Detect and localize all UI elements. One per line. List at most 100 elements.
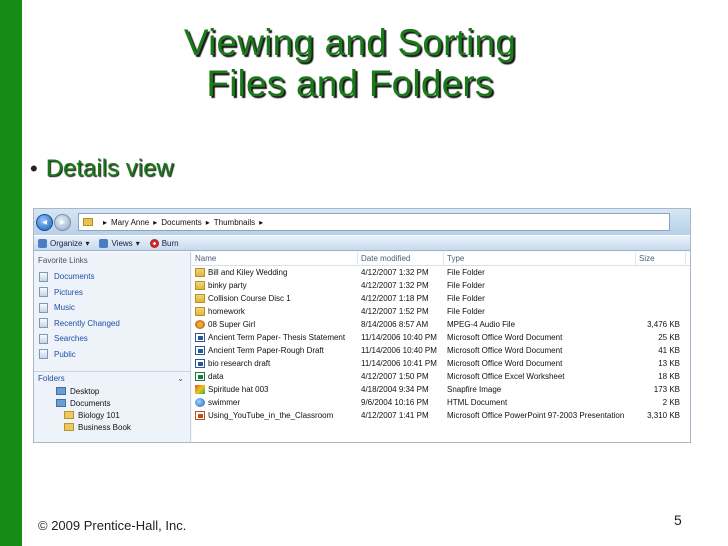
file-row[interactable]: binky party 4/12/2007 1:32 PM File Folder: [192, 279, 690, 292]
file-name: Spiritude hat 003: [208, 385, 269, 394]
file-size: 3,310 KB: [647, 411, 680, 420]
folder-file-icon: [195, 294, 205, 303]
file-size: 13 KB: [658, 359, 680, 368]
folder-tree-item[interactable]: Documents: [34, 397, 190, 409]
file-type: Microsoft Office Word Document: [447, 359, 563, 368]
file-row[interactable]: Ancient Term Paper-Rough Draft 11/14/2006…: [192, 344, 690, 357]
file-type: Snapfire Image: [447, 385, 502, 394]
favorite-link[interactable]: Searches: [34, 331, 190, 347]
file-name: swimmer: [208, 398, 240, 407]
folder-icon: [64, 411, 74, 419]
file-size: 25 KB: [658, 333, 680, 342]
file-date: 4/12/2007 1:50 PM: [361, 372, 429, 381]
file-type: File Folder: [447, 294, 485, 303]
organize-button[interactable]: Organize ▾: [38, 238, 90, 248]
favorite-links-title: Favorite Links: [38, 256, 88, 265]
file-date: 8/14/2006 8:57 AM: [361, 320, 429, 329]
favorite-link[interactable]: Recently Changed: [34, 316, 190, 332]
folder-file-icon: [195, 268, 205, 277]
file-row[interactable]: Collision Course Disc 1 4/12/2007 1:18 PM…: [192, 292, 690, 305]
file-row[interactable]: Spiritude hat 003 4/18/2004 9:34 PM Snapfi…: [192, 383, 690, 396]
favorite-link[interactable]: Public: [34, 347, 190, 363]
favorite-link[interactable]: Music: [34, 300, 190, 316]
file-row[interactable]: Using_YouTube_in_the_Classroom 4/12/2007 …: [192, 409, 690, 422]
folder-icon: [56, 387, 66, 395]
file-row[interactable]: data 4/12/2007 1:50 PM Microsoft Office Ex…: [192, 370, 690, 383]
favorite-link-label: Recently Changed: [54, 318, 120, 328]
column-header-date[interactable]: Date modified: [358, 252, 444, 265]
chevron-down-icon: ▾: [135, 238, 140, 248]
folders-title: Folders: [38, 374, 65, 383]
file-name: Ancient Term Paper-Rough Draft: [208, 346, 324, 355]
burn-button[interactable]: Burn: [149, 238, 179, 248]
folder-icon: [39, 287, 48, 298]
column-header-name[interactable]: Name: [192, 252, 358, 265]
explorer-window-screenshot: ◂ ▸ ▸ Mary Anne ▸ Documents ▸ Thumbnails…: [33, 208, 691, 443]
file-type: Microsoft Office Excel Worksheet: [447, 372, 565, 381]
file-type: Microsoft Office PowerPoint 97-2003 Pres…: [447, 411, 625, 420]
folder-tree-label: Business Book: [78, 422, 131, 432]
word-file-icon: [195, 359, 205, 368]
file-name: Using_YouTube_in_the_Classroom: [208, 411, 334, 420]
forward-button[interactable]: ▸: [54, 213, 71, 231]
breadcrumb-item[interactable]: Mary Anne: [111, 218, 149, 227]
file-name-cell: Using_YouTube_in_the_Classroom: [192, 411, 358, 420]
address-bar: ◂ ▸ ▸ Mary Anne ▸ Documents ▸ Thumbnails…: [34, 209, 690, 235]
breadcrumb-item[interactable]: Documents: [161, 218, 201, 227]
file-row[interactable]: Bill and Kiley Wedding 4/12/2007 1:32 PM F…: [192, 266, 690, 279]
folder-icon: [39, 349, 48, 360]
file-type: File Folder: [447, 268, 485, 277]
file-row[interactable]: swimmer 9/6/2004 10:16 PM HTML Document 2 K…: [192, 396, 690, 409]
favorite-link-label: Public: [54, 349, 76, 359]
views-label: Views: [111, 238, 133, 248]
folder-tree-item[interactable]: Desktop: [34, 385, 190, 397]
file-date: 9/6/2004 10:16 PM: [361, 398, 429, 407]
chevron-down-icon[interactable]: ⌄: [177, 374, 184, 383]
file-name: data: [208, 372, 224, 381]
file-name: 08 Super Girl: [208, 320, 256, 329]
address-field[interactable]: ▸ Mary Anne ▸ Documents ▸ Thumbnails ▸: [78, 213, 670, 231]
organize-label: Organize: [50, 238, 83, 248]
snap-file-icon: [195, 385, 205, 394]
file-size: 18 KB: [658, 372, 680, 381]
file-date: 4/12/2007 1:32 PM: [361, 281, 429, 290]
folder-tree-label: Desktop: [70, 386, 100, 396]
file-name-cell: swimmer: [192, 398, 358, 407]
command-toolbar: Organize ▾ Views ▾ Burn: [34, 235, 690, 251]
organize-icon: [38, 238, 47, 248]
breadcrumb-separator: ▸: [103, 217, 108, 227]
file-size: 2 KB: [662, 398, 680, 407]
breadcrumb-item[interactable]: Thumbnails: [214, 218, 255, 227]
file-row[interactable]: 08 Super Girl 8/14/2006 8:57 AM MPEG-4 Aud…: [192, 318, 690, 331]
column-header-type[interactable]: Type: [444, 252, 636, 265]
back-button[interactable]: ◂: [36, 213, 53, 231]
favorite-link-label: Pictures: [54, 287, 83, 297]
folder-tree: Desktop Documents Biology 101 Business Book: [34, 385, 190, 433]
favorite-link[interactable]: Documents: [34, 269, 190, 285]
folder-icon: [56, 399, 66, 407]
folder-icon: [83, 218, 93, 226]
file-row[interactable]: Ancient Term Paper- Thesis Statement 11/1…: [192, 331, 690, 344]
favorite-link-label: Searches: [54, 334, 88, 344]
views-button[interactable]: Views ▾: [99, 238, 140, 248]
burn-disc-icon: [149, 238, 159, 248]
folder-tree-item[interactable]: Business Book: [34, 421, 190, 433]
audio-file-icon: [195, 320, 205, 329]
file-date: 4/18/2004 9:34 PM: [361, 385, 429, 394]
chevron-down-icon: ▾: [85, 238, 90, 248]
column-header-size[interactable]: Size: [636, 252, 686, 265]
file-name: homework: [208, 307, 245, 316]
folder-icon: [39, 302, 48, 313]
favorite-link[interactable]: Pictures: [34, 285, 190, 301]
file-name-cell: homework: [192, 307, 358, 316]
file-rows: Bill and Kiley Wedding 4/12/2007 1:32 PM F…: [192, 266, 690, 422]
breadcrumb-separator: ▸: [153, 217, 158, 227]
file-row[interactable]: bio research draft 11/14/2006 10:41 PM Mic…: [192, 357, 690, 370]
word-file-icon: [195, 333, 205, 342]
folder-tree-item[interactable]: Biology 101: [34, 409, 190, 421]
file-row[interactable]: homework 4/12/2007 1:52 PM File Folder: [192, 305, 690, 318]
navigation-pane: Favorite Links Documents Pictures Music Rec…: [34, 252, 191, 442]
file-date: 4/12/2007 1:52 PM: [361, 307, 429, 316]
folders-header[interactable]: Folders ⌄: [34, 371, 190, 385]
file-type: MPEG-4 Audio File: [447, 320, 516, 329]
